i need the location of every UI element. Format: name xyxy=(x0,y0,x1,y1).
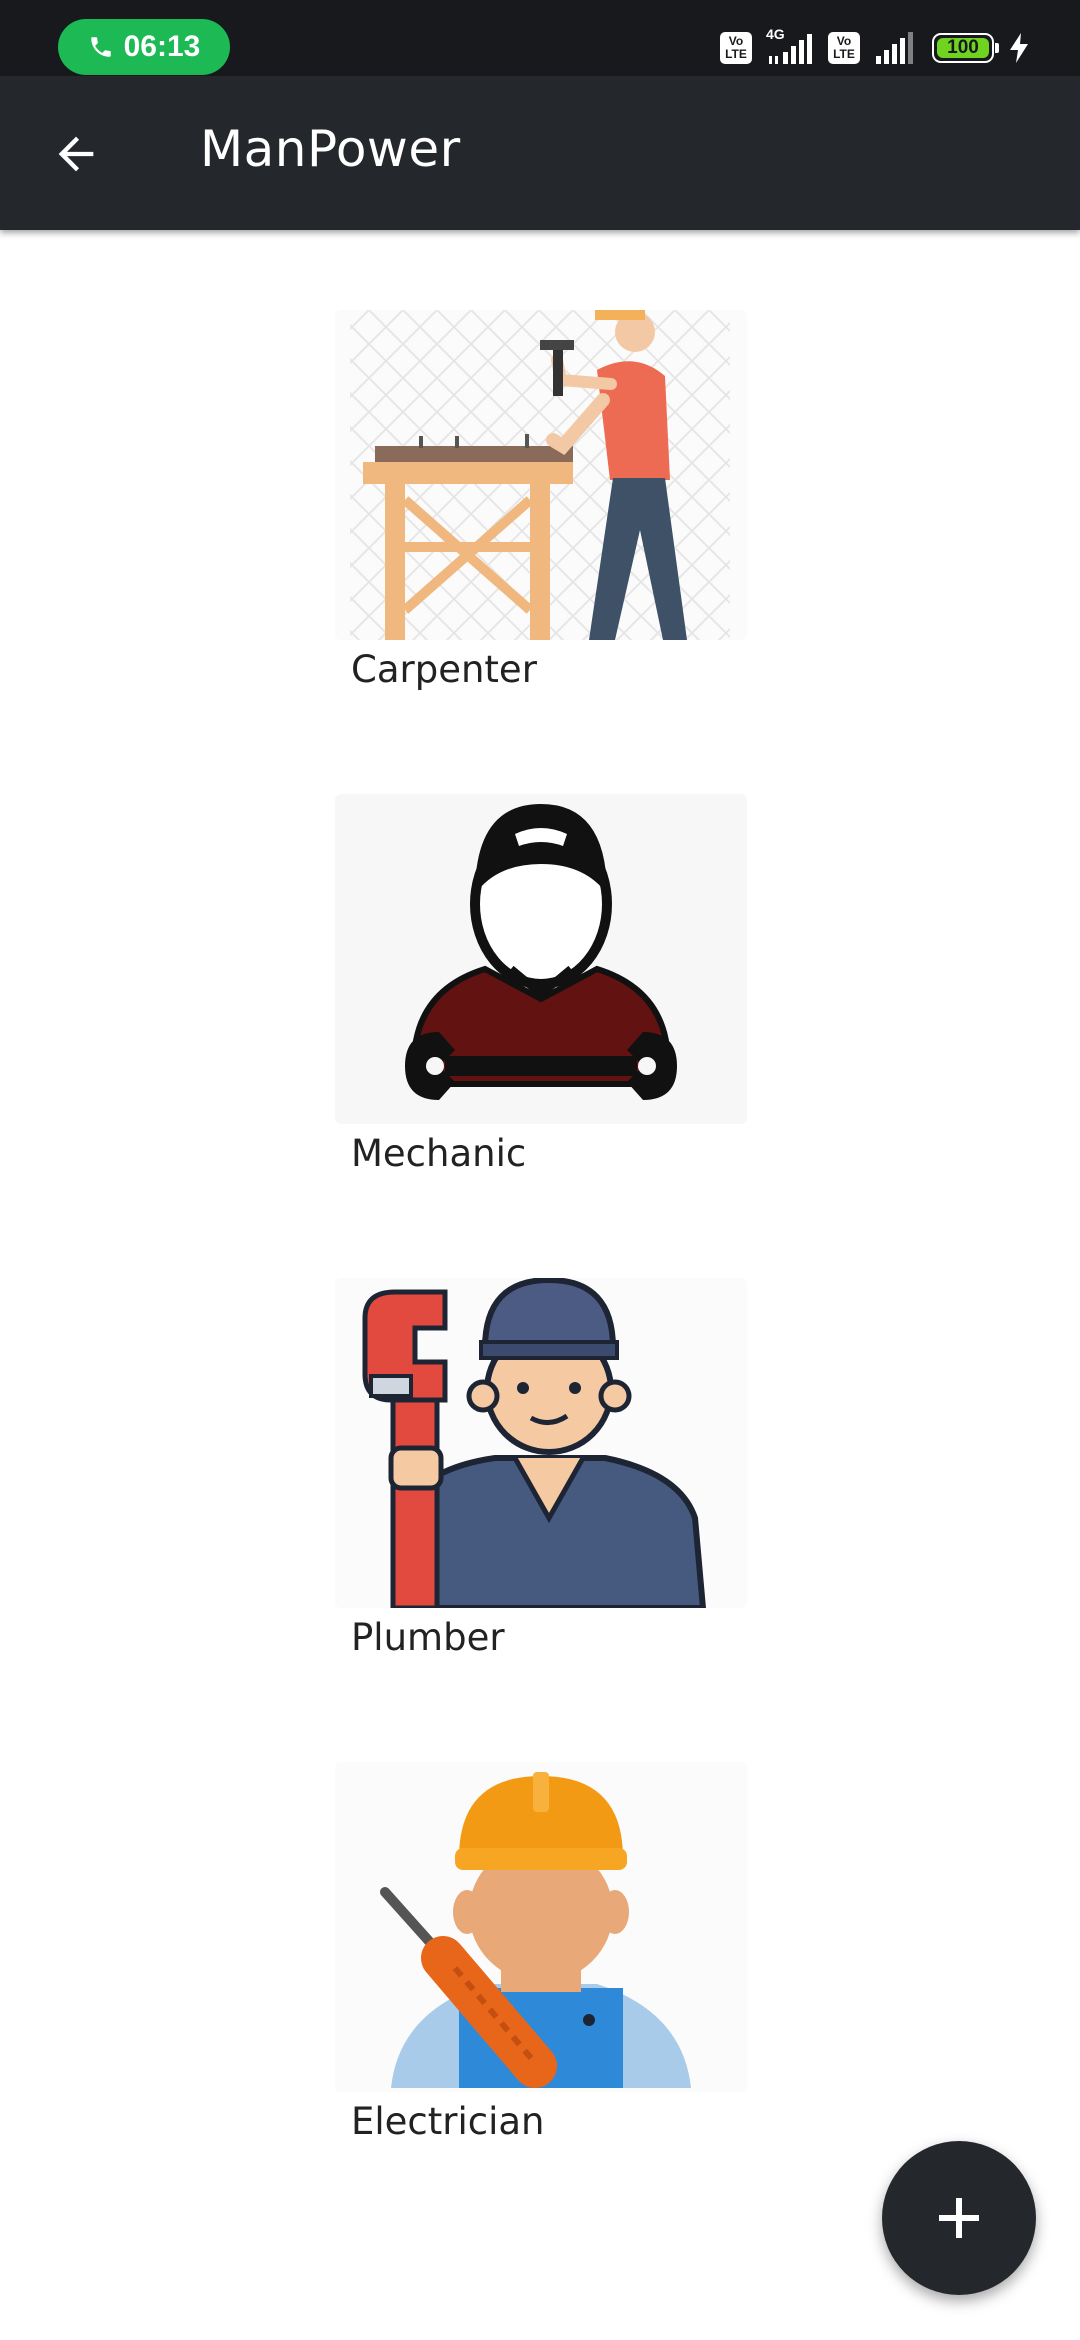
arrow-back-icon xyxy=(58,136,94,172)
plumber-illustration xyxy=(335,1278,747,1608)
category-label: Mechanic xyxy=(351,1132,527,1175)
status-bar: 06:13 Vo LTE 4G Vo LTE 100 xyxy=(0,0,1080,76)
battery-indicator: 100 xyxy=(932,33,999,63)
mechanic-illustration xyxy=(335,794,747,1124)
add-button[interactable] xyxy=(882,2141,1036,2295)
status-icons: Vo LTE 4G Vo LTE 100 xyxy=(720,24,1030,72)
signal-strength-sim2-icon xyxy=(876,32,913,64)
carpenter-illustration xyxy=(335,310,747,640)
bolt-icon xyxy=(1010,33,1028,63)
category-item-mechanic[interactable]: Mechanic xyxy=(335,794,747,1175)
signal-strength-sim1-icon: 4G xyxy=(766,26,814,66)
category-label: Carpenter xyxy=(351,648,537,691)
app-bar: ManPower xyxy=(0,76,1080,230)
phone-icon xyxy=(90,37,111,57)
category-item-carpenter[interactable]: Carpenter xyxy=(335,310,747,691)
category-item-electrician[interactable]: Electrician xyxy=(335,1762,747,2143)
page-title: ManPower xyxy=(200,120,461,178)
electrician-illustration xyxy=(335,1762,747,2092)
ongoing-call-pill[interactable]: 06:13 xyxy=(58,19,230,75)
volte-badge-sim1: Vo LTE xyxy=(720,32,752,64)
category-item-plumber[interactable]: Plumber xyxy=(335,1278,747,1659)
network-type-label: 4G xyxy=(766,26,785,42)
back-button[interactable] xyxy=(36,114,116,194)
category-label: Electrician xyxy=(351,2100,545,2143)
battery-level: 100 xyxy=(947,37,979,58)
volte-badge-sim2: Vo LTE xyxy=(828,32,860,64)
plus-icon xyxy=(939,2198,979,2238)
category-label: Plumber xyxy=(351,1616,505,1659)
status-time: 06:13 xyxy=(123,30,201,63)
